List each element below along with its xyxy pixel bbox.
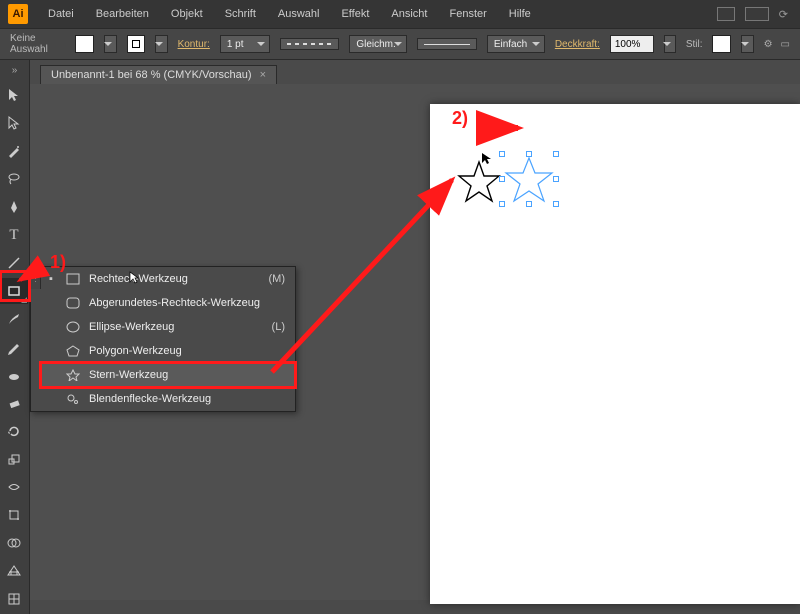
rectangle-icon [65, 272, 81, 286]
menu-fenster[interactable]: Fenster [439, 4, 496, 24]
type-tool[interactable]: T [0, 222, 28, 248]
flyout-polygon[interactable]: Polygon-Werkzeug [41, 339, 295, 363]
flyout-item-shortcut: (M) [269, 273, 286, 285]
direct-selection-tool[interactable] [0, 110, 28, 136]
flare-icon [65, 392, 81, 406]
brush-value: Einfach [494, 39, 527, 50]
control-bar: Keine Auswahl Kontur: 1 pt Gleichm. Einf… [0, 28, 800, 60]
rounded-rectangle-icon [65, 296, 81, 310]
menu-bar: Ai Datei Bearbeiten Objekt Schrift Auswa… [0, 0, 800, 28]
scale-tool[interactable] [0, 446, 28, 472]
menu-hilfe[interactable]: Hilfe [499, 4, 541, 24]
tools-panel: T [0, 80, 30, 614]
blob-brush-tool[interactable] [0, 362, 28, 388]
menu-ansicht[interactable]: Ansicht [381, 4, 437, 24]
stroke-profile-dropdown[interactable]: Gleichm. [349, 35, 407, 53]
stroke-profile-value: Gleichm. [356, 39, 395, 50]
star-icon [65, 368, 81, 382]
graphic-style-swatch[interactable] [712, 35, 731, 53]
pencil-tool[interactable] [0, 334, 28, 360]
pen-tool[interactable] [0, 194, 28, 220]
menu-schrift[interactable]: Schrift [215, 4, 266, 24]
document-tabs: Unbenannt-1 bei 68 % (CMYK/Vorschau) × [40, 62, 277, 84]
shape-builder-tool[interactable] [0, 530, 28, 556]
rotate-tool[interactable] [0, 418, 28, 444]
opacity-value: 100% [615, 39, 641, 50]
brush-dropdown[interactable]: Einfach [487, 35, 545, 53]
polygon-icon [65, 344, 81, 358]
bbox-handle[interactable] [526, 201, 532, 207]
bbox-handle[interactable] [526, 151, 532, 157]
fill-swatch[interactable] [75, 35, 94, 53]
menu-auswahl[interactable]: Auswahl [268, 4, 330, 24]
cursor-icon [129, 271, 141, 285]
brush-preview[interactable] [417, 38, 477, 50]
width-tool[interactable] [0, 474, 28, 500]
document-setup-icon[interactable]: ▭ [781, 39, 790, 50]
graphic-style-dropdown[interactable] [741, 35, 753, 53]
lasso-tool[interactable] [0, 166, 28, 192]
opacity-dropdown[interactable] [664, 35, 676, 53]
menu-objekt[interactable]: Objekt [161, 4, 213, 24]
menu-datei[interactable]: Datei [38, 4, 84, 24]
preferences-icon[interactable]: ⚙ [764, 39, 773, 50]
free-transform-tool[interactable] [0, 502, 28, 528]
mesh-tool[interactable] [0, 586, 28, 612]
ellipse-icon [65, 320, 81, 334]
flyout-item-label: Abgerundetes-Rechteck-Werkzeug [89, 297, 260, 309]
selected-star-shape[interactable] [502, 154, 556, 204]
flyout-abgerundetes-rechteck[interactable]: Abgerundetes-Rechteck-Werkzeug [41, 291, 295, 315]
flyout-item-label: Stern-Werkzeug [89, 369, 168, 381]
bbox-handle[interactable] [499, 201, 505, 207]
fill-dropdown[interactable] [104, 35, 116, 53]
flyout-ellipse[interactable]: Ellipse-Werkzeug (L) [41, 315, 295, 339]
perspective-grid-tool[interactable] [0, 558, 28, 584]
cursor-icon [480, 152, 494, 166]
menu-effekt[interactable]: Effekt [331, 4, 379, 24]
bbox-handle[interactable] [553, 201, 559, 207]
eraser-tool[interactable] [0, 390, 28, 416]
stroke-swatch[interactable] [127, 35, 146, 53]
document-tab[interactable]: Unbenannt-1 bei 68 % (CMYK/Vorschau) × [40, 65, 277, 84]
bbox-handle[interactable] [553, 176, 559, 182]
close-tab-icon[interactable]: × [260, 69, 266, 81]
selection-tool[interactable] [0, 82, 28, 108]
flyout-stern[interactable]: Stern-Werkzeug [41, 363, 295, 387]
stroke-label-link[interactable]: Kontur: [178, 39, 210, 50]
arrange-documents-icon[interactable] [745, 7, 769, 21]
stroke-dropdown[interactable] [155, 35, 167, 53]
annotation-tool-highlight [2, 273, 28, 299]
tearoff-handle[interactable]: ⋮ [31, 267, 41, 289]
flyout-item-shortcut: (L) [272, 321, 285, 333]
stroke-weight-value: 1 pt [227, 39, 244, 50]
flyout-item-label: Ellipse-Werkzeug [89, 321, 174, 333]
artboard[interactable] [430, 104, 800, 604]
selection-status: Keine Auswahl [10, 33, 65, 55]
document-tab-title: Unbenannt-1 bei 68 % (CMYK/Vorschau) [51, 69, 252, 81]
paintbrush-tool[interactable] [0, 306, 28, 332]
stroke-profile-preview[interactable] [280, 38, 340, 50]
flyout-rechteck[interactable]: ▪ Rechteck-Werkzeug (M) [41, 267, 295, 291]
annotation-2-label: 2) [452, 108, 468, 129]
annotation-1-label: 1) [50, 252, 66, 273]
active-tool-marker: ▪ [49, 273, 57, 285]
menu-bearbeiten[interactable]: Bearbeiten [86, 4, 159, 24]
sync-icon[interactable]: ⟳ [779, 8, 788, 21]
panel-collapse-toggle[interactable]: » [0, 60, 30, 80]
opacity-field[interactable]: 100% [610, 35, 654, 53]
style-label: Stil: [686, 39, 703, 50]
app-icon: Ai [8, 4, 28, 24]
drawn-star-shape[interactable] [456, 160, 502, 204]
stroke-weight-field[interactable]: 1 pt [220, 35, 270, 53]
workspace-switcher-icon[interactable] [717, 7, 735, 21]
flyout-item-label: Blendenflecke-Werkzeug [89, 393, 211, 405]
flyout-blendenflecke[interactable]: Blendenflecke-Werkzeug [41, 387, 295, 411]
bbox-handle[interactable] [553, 151, 559, 157]
bbox-handle[interactable] [499, 151, 505, 157]
shape-tool-flyout: ⋮ ▪ Rechteck-Werkzeug (M) Abgerundetes-R… [30, 266, 296, 412]
bbox-handle[interactable] [499, 176, 505, 182]
flyout-item-label: Polygon-Werkzeug [89, 345, 182, 357]
magic-wand-tool[interactable] [0, 138, 28, 164]
opacity-label-link[interactable]: Deckkraft: [555, 39, 600, 50]
